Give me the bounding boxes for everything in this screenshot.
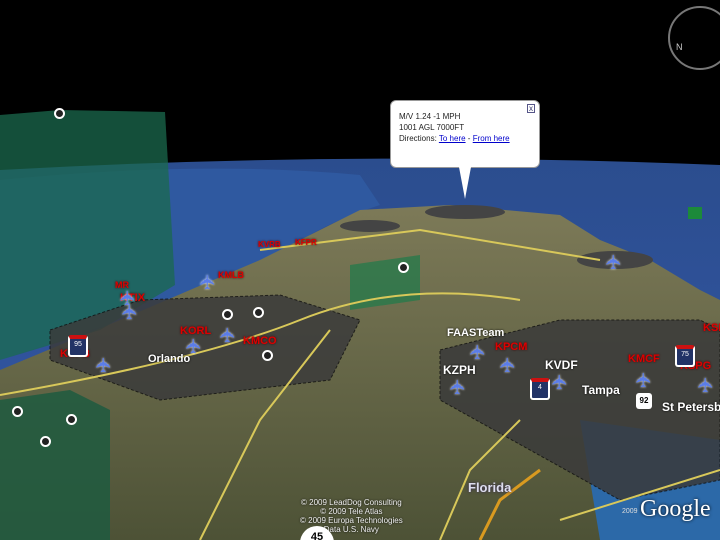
waypoint-icon[interactable] <box>40 436 51 447</box>
airport-label[interactable]: KVDF <box>545 358 578 372</box>
from-here-link[interactable]: From here <box>473 134 510 143</box>
credit-line: © 2009 LeadDog Consulting <box>301 498 402 507</box>
compass-north: N <box>676 42 683 52</box>
airport-label[interactable]: KSK <box>703 322 720 334</box>
waypoint-icon[interactable] <box>54 108 65 119</box>
city-label: St Petersb <box>662 400 720 414</box>
waypoint-icon[interactable] <box>12 406 23 417</box>
separator: - <box>467 134 471 143</box>
airplane-icon[interactable]: ✈ <box>447 379 469 396</box>
city-label: Orlando <box>148 353 191 365</box>
airplane-icon[interactable]: ✈ <box>197 274 219 291</box>
airport-label[interactable]: KMLB <box>218 270 244 280</box>
credit-line: © 2009 Tele Atlas <box>320 507 383 516</box>
interstate-shield-icon: 75 <box>675 345 695 367</box>
airplane-icon[interactable]: ✈ <box>217 327 239 344</box>
waypoint-icon[interactable] <box>66 414 77 425</box>
city-label: Tampa <box>582 383 620 397</box>
popup-line2: 1001 AGL 7000FT <box>399 123 465 132</box>
airplane-icon[interactable]: ✈ <box>549 374 571 391</box>
us-highway-shield-icon: 92 <box>636 393 652 409</box>
close-icon[interactable]: x <box>527 104 535 113</box>
airplane-icon[interactable]: ✈ <box>183 338 205 355</box>
airport-label[interactable]: KVRB <box>258 240 281 249</box>
airplane-icon[interactable]: ✈ <box>119 304 141 321</box>
airport-label[interactable]: KZPH <box>443 363 476 377</box>
airplane-icon[interactable]: ✈ <box>93 357 115 374</box>
credit-line: © 2009 Europa Technologies <box>300 516 403 525</box>
airport-label[interactable]: FAASTeam <box>447 327 504 339</box>
airport-label[interactable]: KMCO <box>243 335 277 347</box>
state-label: Florida <box>468 480 512 495</box>
interstate-shield-icon: 4 <box>530 378 550 400</box>
waypoint-icon[interactable] <box>253 307 264 318</box>
waypoint-icon[interactable] <box>222 309 233 320</box>
info-balloon: x M/V 1.24 -1 MPH 1001 AGL 7000FT Direct… <box>390 100 540 199</box>
airport-label[interactable]: KPCM <box>495 341 527 353</box>
airport-label[interactable]: KMCF <box>628 353 660 365</box>
airplane-icon[interactable]: ✈ <box>467 344 489 361</box>
airport-label[interactable]: KFPR <box>295 238 317 247</box>
google-logo: Google <box>640 496 711 522</box>
airport-label[interactable]: KORL <box>180 325 211 337</box>
airplane-icon[interactable]: ✈ <box>633 372 655 389</box>
popup-line1: M/V 1.24 -1 MPH <box>399 112 461 121</box>
balloon-tail <box>459 167 471 199</box>
airplane-icon[interactable]: ✈ <box>497 357 519 374</box>
copyright-year: 2009 <box>622 508 638 515</box>
earth-view[interactable]: N x M/V 1.24 -1 MPH 1001 AGL 7000FT Dire… <box>0 0 720 540</box>
airplane-icon[interactable]: ✈ <box>695 377 717 394</box>
waypoint-icon[interactable] <box>398 262 409 273</box>
directions-label: Directions: <box>399 134 437 143</box>
waypoint-icon[interactable] <box>262 350 273 361</box>
interstate-shield-icon: 95 <box>68 335 88 357</box>
to-here-link[interactable]: To here <box>439 134 466 143</box>
airplane-icon[interactable]: ✈ <box>603 254 625 271</box>
